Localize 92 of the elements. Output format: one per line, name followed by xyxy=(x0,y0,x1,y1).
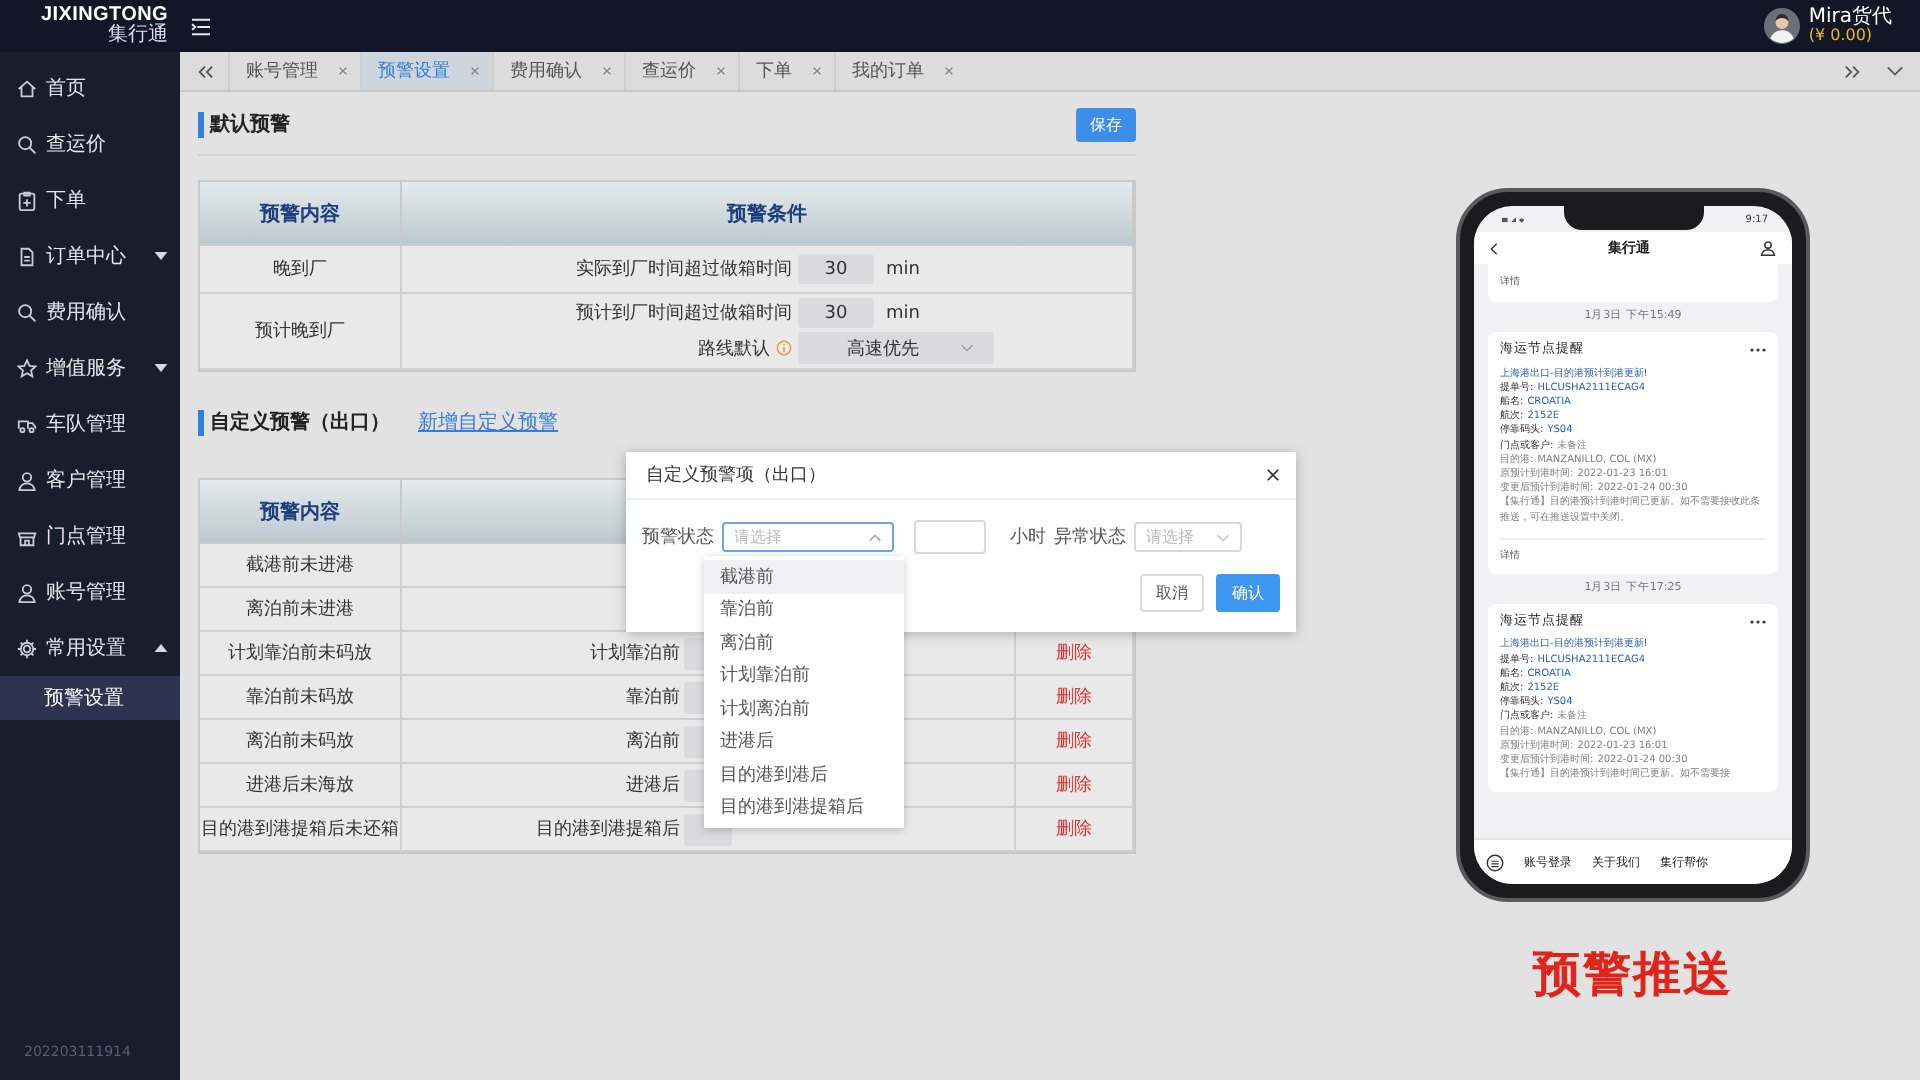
more-icon[interactable] xyxy=(1750,619,1766,624)
user-icon xyxy=(16,581,38,603)
account-balance: (¥ 0.00) xyxy=(1808,28,1875,46)
unit-label: min xyxy=(886,303,920,323)
expand-right-icon[interactable] xyxy=(1844,63,1862,79)
search-icon xyxy=(16,301,38,323)
sidebar-item[interactable]: 订单中心 xyxy=(0,228,180,284)
sidebar-subitem[interactable]: 预警设置 xyxy=(0,676,180,720)
caret-icon xyxy=(868,533,882,541)
dropdown-option[interactable]: 进港后 xyxy=(704,725,904,758)
tab[interactable]: 费用确认 xyxy=(492,52,624,90)
sidebar-item[interactable]: 门点管理 xyxy=(0,508,180,564)
sidebar-item[interactable]: 客户管理 xyxy=(0,452,180,508)
tab[interactable]: 查运价 xyxy=(624,52,738,90)
column-header: 预警内容 xyxy=(200,182,402,246)
table-cell-text: 靠泊前 xyxy=(624,685,682,710)
table-cell: 计划靠泊前未码放 xyxy=(200,632,402,676)
avatar-icon[interactable] xyxy=(1764,7,1801,44)
table-cell: 离泊前未进港 xyxy=(200,588,402,632)
route-select[interactable]: 高速优先 xyxy=(798,332,994,364)
delete-link[interactable]: 删除 xyxy=(1056,640,1092,666)
section-title: 自定义预警（出口） xyxy=(198,409,390,435)
table-cell: 离泊前未码放 xyxy=(200,720,402,764)
home-icon xyxy=(16,77,38,99)
caret-icon xyxy=(1216,533,1230,541)
unit-label: 小时 xyxy=(1010,525,1046,550)
dropdown-option[interactable]: 计划离泊前 xyxy=(704,692,904,725)
dropdown-option[interactable]: 目的港到港提箱后 xyxy=(704,791,904,824)
table-cell: 进港后未海放 xyxy=(200,764,402,808)
caret-icon xyxy=(959,344,973,352)
delete-link[interactable]: 删除 xyxy=(1056,684,1092,710)
sidebar-item[interactable]: 下单 xyxy=(0,172,180,228)
dropdown-option[interactable]: 计划靠泊前 xyxy=(704,659,904,692)
tab[interactable]: 下单 xyxy=(738,52,834,90)
caption-text: 预警推送 xyxy=(1533,944,1733,1006)
phone-notch xyxy=(1563,206,1703,230)
sidebar-item[interactable]: 常用设置 xyxy=(0,620,180,676)
table-cell: 靠泊前未码放 xyxy=(200,676,402,720)
table-cell-text: 进港后 xyxy=(624,773,682,798)
logo-subtitle: 集行通 xyxy=(108,26,168,46)
search-icon xyxy=(16,133,38,155)
delete-link[interactable]: 删除 xyxy=(1056,772,1092,798)
caret-icon xyxy=(154,252,168,260)
dialog-title: 自定义预警项（出口） xyxy=(646,463,826,488)
unit-label: min xyxy=(886,259,920,279)
dropdown-option[interactable]: 截港前 xyxy=(704,560,904,593)
sidebar-item[interactable]: 查运价 xyxy=(0,116,180,172)
sidebar-item[interactable]: 车队管理 xyxy=(0,396,180,452)
field-label: 异常状态 xyxy=(1054,525,1126,550)
tab[interactable]: 我的订单 xyxy=(834,52,966,90)
menu-icon[interactable] xyxy=(1486,853,1504,871)
user-icon xyxy=(16,469,38,491)
field-label: 预警状态 xyxy=(642,525,714,550)
condition-label: 路线默认 xyxy=(698,337,770,361)
column-header: 预警内容 xyxy=(200,480,402,544)
gear-icon xyxy=(16,637,38,659)
table-cell: 目的港到港提箱后未还箱 xyxy=(200,808,402,852)
cancel-button[interactable]: 取消 xyxy=(1140,574,1204,612)
column-header: 预警条件 xyxy=(402,182,1134,246)
table-cell: 截港前未进港 xyxy=(200,544,402,588)
dropdown-option[interactable]: 靠泊前 xyxy=(704,593,904,626)
delete-link[interactable]: 删除 xyxy=(1056,728,1092,754)
caret-icon xyxy=(154,644,168,652)
table-cell-text: 目的港到港提箱后 xyxy=(534,817,682,842)
hours-field[interactable] xyxy=(914,520,986,554)
caret-icon xyxy=(154,364,168,372)
condition-label: 实际到厂时间超过做箱时间 xyxy=(576,257,792,282)
sidebar-item[interactable]: 费用确认 xyxy=(0,284,180,340)
delete-link[interactable]: 删除 xyxy=(1056,816,1092,842)
user-name: Mira货代 xyxy=(1808,6,1892,29)
star-icon xyxy=(16,357,38,379)
number-field[interactable]: 30 xyxy=(798,298,874,328)
sidebar-item[interactable]: 增值服务 xyxy=(0,340,180,396)
section-title: 默认预警 xyxy=(198,112,290,138)
dropdown-option[interactable]: 离泊前 xyxy=(704,626,904,659)
logo-text: JIXINGTONG xyxy=(41,6,168,26)
dropdown-option[interactable]: 目的港到港后 xyxy=(704,758,904,791)
table-cell-text: 离泊前 xyxy=(624,729,682,754)
table-cell-text: 计划靠泊前 xyxy=(588,641,682,666)
table-cell: 晚到厂 xyxy=(200,246,402,294)
sidebar-item[interactable]: 首页 xyxy=(0,60,180,116)
number-field[interactable]: 30 xyxy=(798,254,874,284)
table-cell: 预计晚到厂 xyxy=(200,294,402,370)
clipboard-icon xyxy=(16,189,38,211)
close-icon[interactable] xyxy=(1266,468,1280,482)
collapse-left-icon[interactable] xyxy=(196,63,214,79)
user-icon[interactable] xyxy=(1760,240,1776,256)
signal-icon xyxy=(1502,215,1530,223)
document-icon xyxy=(16,245,38,267)
back-icon[interactable] xyxy=(1490,241,1498,255)
condition-label: 预计到厂时间超过做箱时间 xyxy=(576,301,792,326)
sidebar-item[interactable]: 账号管理 xyxy=(0,564,180,620)
